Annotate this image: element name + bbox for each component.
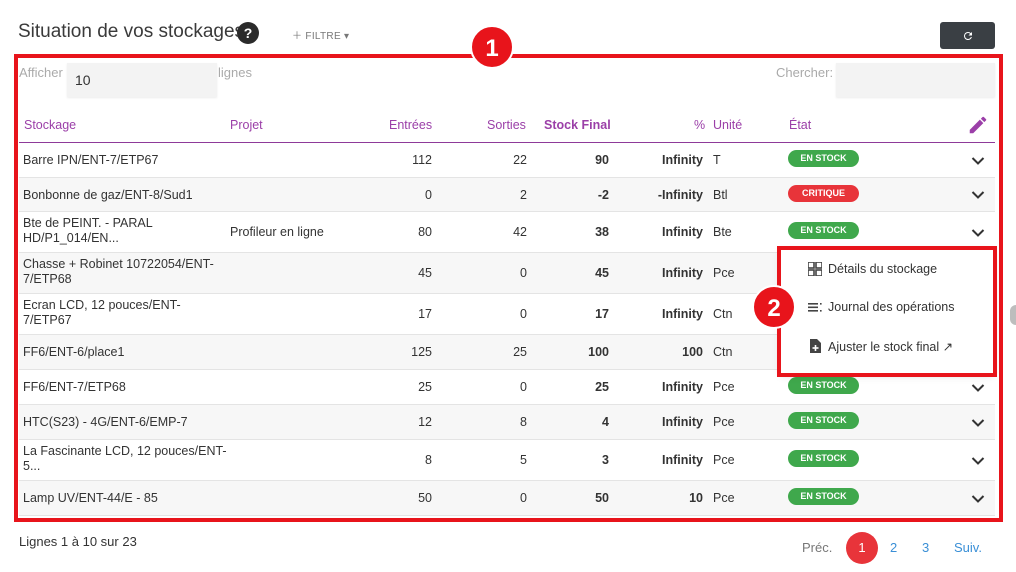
pagination-next[interactable]: Suiv. [954,540,982,555]
filter-label: FILTRE [305,31,341,42]
pagination-prev[interactable]: Préc. [802,540,832,555]
pagination-page-3[interactable]: 3 [922,540,929,555]
pagination-info: Lignes 1 à 10 sur 23 [19,534,137,549]
refresh-button[interactable] [940,22,995,49]
pagination-page-1[interactable]: 1 [846,532,878,564]
refresh-icon [963,32,972,41]
plus-icon: ＋ [292,31,303,42]
pagination-page-2[interactable]: 2 [890,540,897,555]
help-icon[interactable]: ? [237,22,259,44]
page-title: Situation de vos stockages [18,21,245,42]
annotation-box-2 [777,246,997,377]
filter-button[interactable]: ＋ FILTRE ▾ [292,27,349,42]
caret-down-icon: ▾ [344,31,350,42]
annotation-marker-1: 1 [470,25,514,69]
annotation-marker-2: 2 [752,285,796,329]
side-scroll-handle[interactable] [1010,305,1016,325]
